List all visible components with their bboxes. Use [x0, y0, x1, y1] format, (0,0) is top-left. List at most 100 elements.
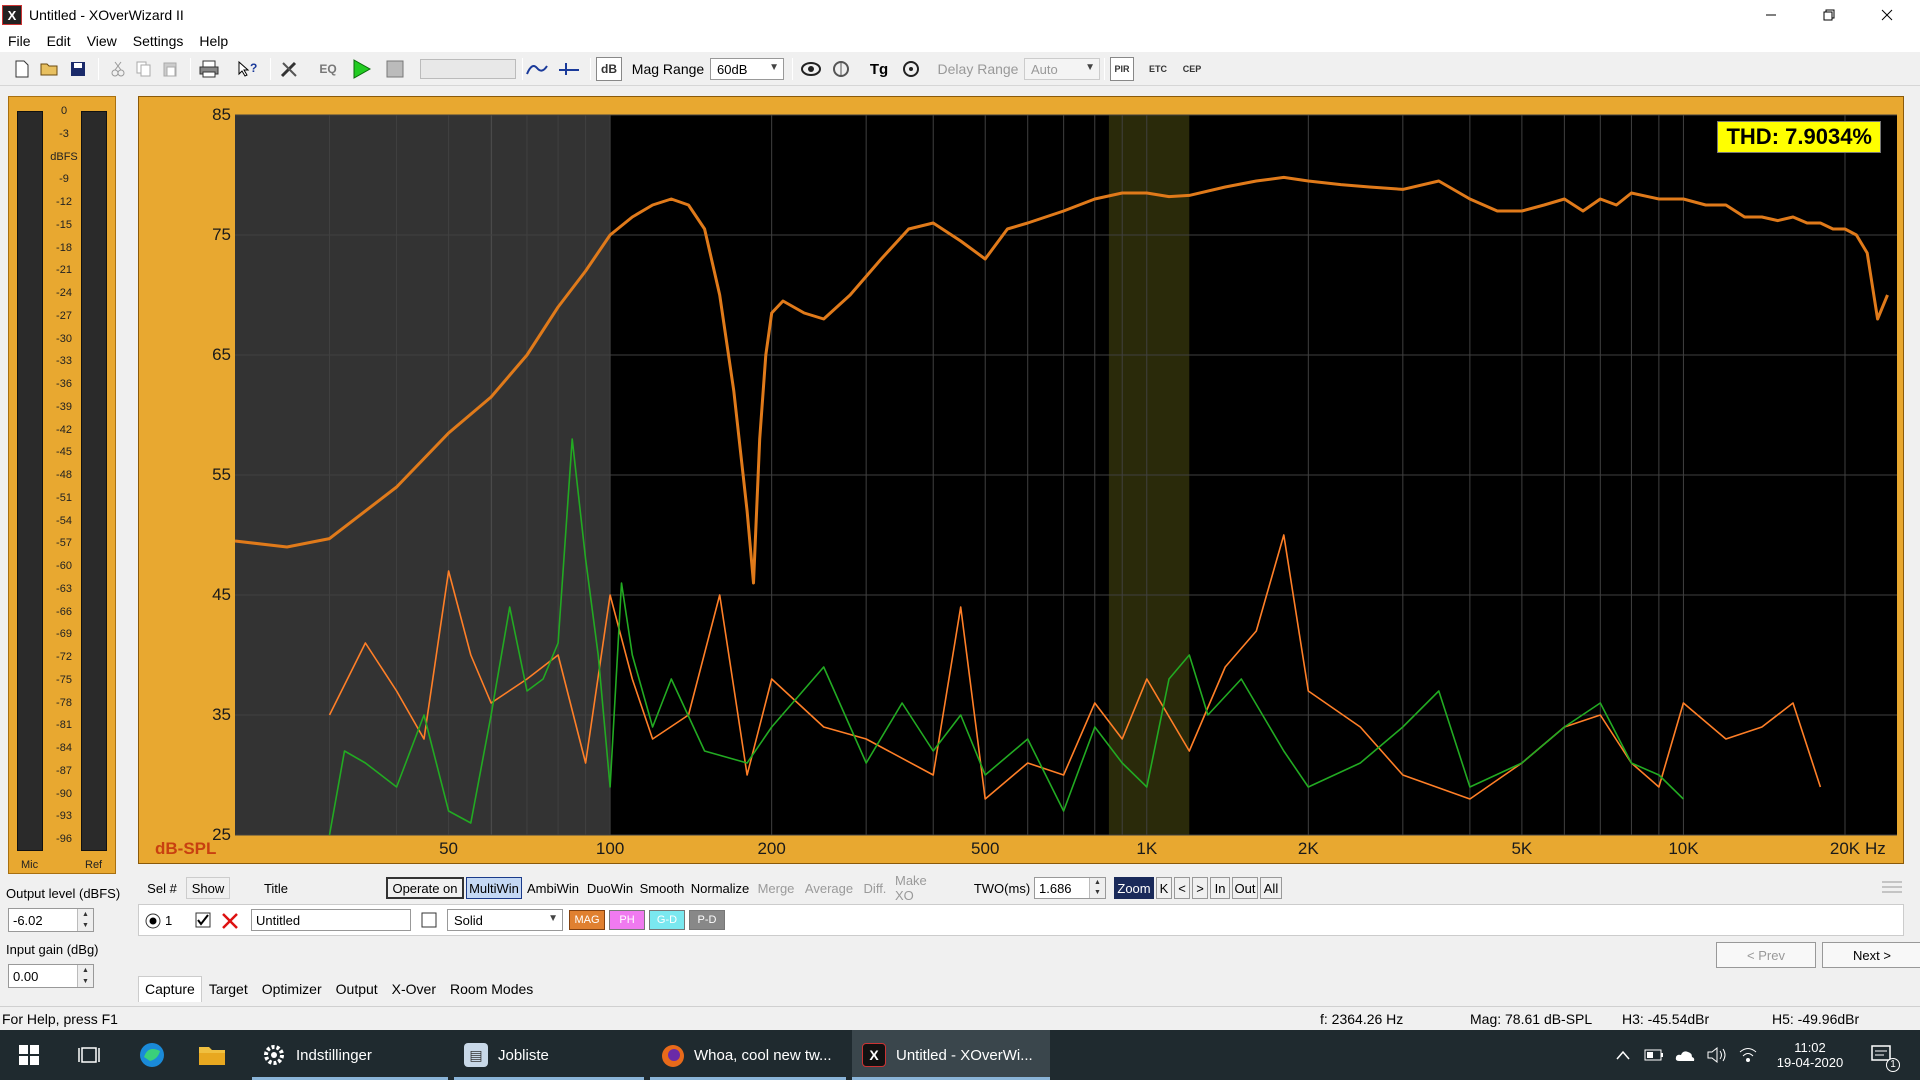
plot-canvas[interactable]	[139, 97, 1905, 865]
menu-view[interactable]: View	[79, 33, 125, 49]
taskbar-item-firefox[interactable]: Whoa, cool new tw...	[650, 1030, 846, 1080]
meter-scale-label: -60	[56, 560, 72, 572]
tab-output[interactable]: Output	[329, 976, 385, 1002]
cut-icon	[111, 61, 125, 77]
ambiwin-button[interactable]: AmbiWin	[524, 877, 582, 899]
etc-button[interactable]: ETC	[1144, 57, 1172, 81]
average-button[interactable]: Average	[800, 877, 858, 899]
tray-overflow-button[interactable]	[1616, 1030, 1636, 1080]
spinner-arrows-icon[interactable]: ▲ ▼	[77, 909, 93, 931]
menu-settings[interactable]: Settings	[125, 33, 192, 49]
play-button[interactable]	[348, 57, 374, 81]
prev-button[interactable]: < Prev	[1716, 942, 1816, 968]
taskbar-item-settings[interactable]: Indstillinger	[252, 1030, 448, 1080]
db-toggle-button[interactable]: dB	[596, 57, 622, 81]
restore-button[interactable]	[1800, 0, 1858, 30]
impulse-view-button[interactable]	[556, 57, 582, 81]
output-level-spinner[interactable]: -6.02 ▲ ▼	[8, 908, 94, 932]
new-button[interactable]	[10, 57, 34, 81]
battery-button[interactable]	[1644, 1030, 1664, 1080]
stop-button[interactable]	[382, 57, 408, 81]
taskbar-item-jobliste[interactable]: ▤ Jobliste	[454, 1030, 644, 1080]
group-delay-view-button[interactable]	[828, 57, 854, 81]
meter-scale-label: -24	[56, 287, 72, 299]
copy-button[interactable]	[132, 57, 156, 81]
network-button[interactable]	[1738, 1030, 1760, 1080]
mag-toggle[interactable]: MAG	[569, 910, 605, 930]
line-style-select[interactable]: Solid ▼	[447, 909, 563, 931]
x-tick-label: 1K	[1136, 839, 1158, 858]
clock[interactable]: 11:02 19-04-2020	[1770, 1030, 1850, 1080]
cloud-icon	[1675, 1051, 1695, 1061]
cut-button[interactable]	[106, 57, 130, 81]
save-button[interactable]	[66, 57, 90, 81]
delay-view-button[interactable]	[898, 57, 924, 81]
volume-button[interactable]	[1706, 1030, 1728, 1080]
print-button[interactable]	[196, 57, 222, 81]
edge-button[interactable]	[138, 1030, 170, 1080]
task-view-button[interactable]	[78, 1030, 104, 1080]
mag-range-select[interactable]: 60dB ▼	[710, 58, 784, 80]
open-button[interactable]	[38, 57, 62, 81]
zoom-k-button[interactable]: K	[1156, 877, 1172, 899]
meter-scale-label: -72	[56, 651, 72, 663]
delete-curve-icon[interactable]	[221, 912, 239, 930]
make-xo-button[interactable]: Make XO	[892, 873, 952, 903]
zoom-out-button[interactable]: Out	[1232, 877, 1258, 899]
show-checkbox[interactable]	[195, 912, 211, 928]
operate-on-button[interactable]: Operate on	[386, 877, 464, 899]
menu-file[interactable]: File	[0, 33, 39, 49]
magnitude-view-button[interactable]	[524, 57, 550, 81]
zoom-in-button[interactable]: In	[1210, 877, 1230, 899]
tab-x-over[interactable]: X-Over	[385, 976, 443, 1002]
show-header[interactable]: Show	[186, 877, 230, 899]
pd-toggle[interactable]: P-D	[689, 910, 725, 930]
normalize-button[interactable]: Normalize	[688, 877, 752, 899]
menu-help[interactable]: Help	[191, 33, 236, 49]
tab-capture[interactable]: Capture	[138, 976, 202, 1002]
eq-button[interactable]: EQ	[314, 57, 342, 81]
title-bar: X Untitled - XOverWizard II	[0, 0, 1920, 30]
zoom-next-button[interactable]: >	[1192, 877, 1208, 899]
tab-target[interactable]: Target	[202, 976, 255, 1002]
frequency-response-graph[interactable]: THD: 7.9034% 85 75 65 55 45 35 25 50 100 200 500 1K…	[138, 96, 1904, 864]
tab-room-modes[interactable]: Room Modes	[443, 976, 540, 1002]
cep-button[interactable]: CEP	[1178, 57, 1206, 81]
meter-scale-label: -66	[56, 605, 72, 618]
pir-button[interactable]: PIR	[1110, 57, 1134, 81]
zoom-prev-button[interactable]: <	[1174, 877, 1190, 899]
ph-toggle[interactable]: PH	[609, 910, 645, 930]
spinner-arrows-icon[interactable]: ▲ ▼	[1089, 878, 1105, 898]
two-spinner[interactable]: 1.686 ▲ ▼	[1034, 877, 1106, 899]
gd-toggle[interactable]: G-D	[649, 910, 685, 930]
duowin-button[interactable]: DuoWin	[584, 877, 636, 899]
merge-button[interactable]: Merge	[754, 877, 798, 899]
notifications-button[interactable]: 1	[1870, 1030, 1900, 1080]
file-explorer-button[interactable]	[198, 1030, 230, 1080]
next-button[interactable]: Next >	[1822, 942, 1920, 968]
input-gain-spinner[interactable]: 0.00 ▲ ▼	[8, 964, 94, 988]
tools-button[interactable]	[276, 57, 302, 81]
onedrive-button[interactable]	[1674, 1030, 1696, 1080]
menu-edit[interactable]: Edit	[39, 33, 79, 49]
tab-optimizer[interactable]: Optimizer	[255, 976, 329, 1002]
multiwin-button[interactable]: MultiWin	[466, 877, 522, 899]
zoom-all-button[interactable]: All	[1260, 877, 1282, 899]
taskbar-item-xoverwizard[interactable]: X Untitled - XOverWi...	[852, 1030, 1050, 1080]
mic-level-meter	[17, 111, 43, 851]
delay-range-select[interactable]: Auto ▼	[1024, 58, 1100, 80]
menu-lines-icon[interactable]	[1882, 880, 1902, 894]
curve-title-input[interactable]: Untitled	[251, 909, 411, 931]
close-button[interactable]	[1858, 0, 1916, 30]
curve-option-checkbox[interactable]	[421, 912, 437, 928]
diff-button[interactable]: Diff.	[860, 877, 890, 899]
spinner-arrows-icon[interactable]: ▲ ▼	[77, 965, 93, 987]
start-button[interactable]	[18, 1030, 44, 1080]
phase-view-button[interactable]	[798, 57, 824, 81]
smooth-button[interactable]: Smooth	[638, 877, 686, 899]
minimize-button[interactable]	[1742, 0, 1800, 30]
curve-select-radio[interactable]	[145, 913, 161, 929]
context-help-button[interactable]: ?	[234, 57, 260, 81]
tg-button[interactable]: Tg	[866, 57, 892, 81]
paste-button[interactable]	[158, 57, 182, 81]
